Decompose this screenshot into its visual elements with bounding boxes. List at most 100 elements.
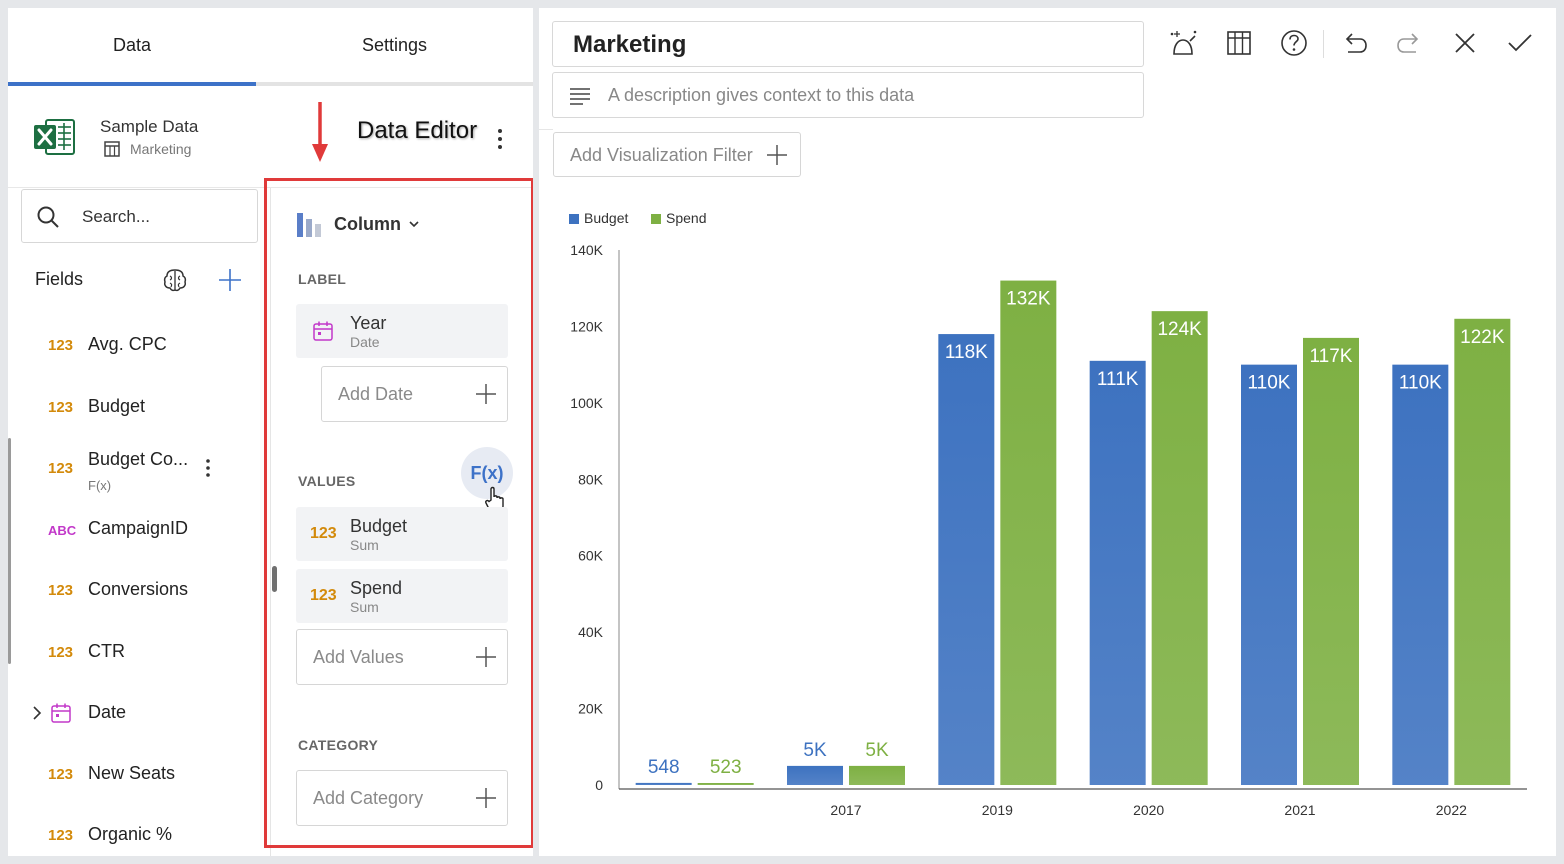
data-label: 118K [945, 342, 988, 363]
source-sheet-label: Marketing [130, 141, 192, 157]
confirm-check-icon[interactable] [1505, 28, 1535, 58]
add-date-button[interactable]: Add Date [321, 366, 508, 422]
bar-spend [1303, 337, 1359, 785]
arrow-down-icon [312, 102, 328, 162]
field-name: Budget Co... [88, 449, 189, 469]
description-placeholder: A description gives context to this data [608, 85, 915, 105]
chart-type-selector[interactable]: Column [296, 204, 436, 244]
number-type-icon: 123 [48, 460, 74, 477]
data-label: 5K [865, 740, 889, 761]
calendar-icon [313, 321, 333, 341]
bar-spend [849, 765, 905, 785]
visualization-title: Marketing [573, 31, 687, 58]
field-item-date[interactable]: Date [8, 693, 270, 733]
value-field-pill[interactable]: 123 Spend Sum [296, 569, 508, 623]
data-label: 548 [648, 757, 680, 778]
plus-icon [767, 145, 787, 165]
bar-budget [1089, 360, 1146, 785]
visualization-title-input[interactable]: Marketing [552, 21, 1144, 67]
fields-scrollbar[interactable] [8, 438, 11, 664]
field-name: CampaignID [88, 518, 189, 538]
field-item[interactable]: 123 Budget Co... F(x) [8, 448, 270, 493]
field-item[interactable]: 123 Conversions [8, 570, 270, 610]
add-visualization-filter-button[interactable]: Add Visualization Filter [553, 132, 801, 177]
label-field-sub: Date [350, 334, 380, 350]
fields-title: Fields [35, 269, 84, 289]
field-item[interactable]: ABC CampaignID [8, 509, 270, 549]
number-type-icon: 123 [48, 644, 74, 661]
field-name: Conversions [88, 579, 189, 599]
add-category-button[interactable]: Add Category [296, 770, 508, 826]
field-name: New Seats [88, 763, 176, 783]
search-placeholder: Search... [82, 207, 151, 226]
data-label: 132K [1006, 289, 1051, 310]
search-input[interactable]: Search... [21, 189, 258, 243]
data-label: 110K [1248, 373, 1291, 394]
value-field-aggregation: Sum [350, 599, 379, 615]
data-label: 523 [710, 757, 742, 778]
label-field-name: Year [350, 313, 387, 333]
legend-label-spend: Spend [666, 210, 706, 226]
more-options-icon[interactable] [490, 124, 510, 154]
data-label: 5K [803, 740, 827, 761]
chevron-down-icon [409, 221, 419, 228]
y-tick-label: 80K [578, 471, 604, 487]
field-name: CTR [88, 641, 125, 661]
help-icon[interactable] [1279, 28, 1309, 58]
field-more-icon[interactable] [200, 456, 216, 480]
field-item[interactable]: 123 Budget [8, 387, 270, 427]
data-panel: Data Settings Sample Data Marketing Data… [8, 8, 533, 856]
source-sheet: Marketing [104, 141, 191, 157]
field-name: Avg. CPC [88, 334, 167, 354]
column-chart: Budget Spend 0 20K 40K 60K 80K 100K 120K 140K 548 5… [569, 210, 1527, 818]
field-item[interactable]: 123 New Seats [8, 754, 270, 794]
field-item[interactable]: 123 Organic % [8, 815, 270, 855]
value-field-name: Spend [350, 578, 403, 598]
y-tick-label: 20K [578, 701, 604, 717]
tab-data[interactable]: Data [8, 8, 256, 82]
field-item[interactable]: 123 CTR [8, 632, 270, 672]
plus-icon [476, 788, 496, 808]
table-view-icon[interactable] [1224, 28, 1254, 58]
undo-icon[interactable] [1339, 28, 1369, 58]
panel-tabs: Data Settings [8, 8, 533, 86]
redo-icon[interactable] [1395, 28, 1425, 58]
number-type-icon: 123 [48, 766, 74, 783]
bar-budget [635, 782, 692, 785]
value-field-pill[interactable]: 123 Budget Sum [296, 507, 508, 561]
add-category-label: Add Category [313, 788, 424, 808]
y-tick-label: 40K [578, 624, 604, 640]
x-tick-label: 2020 [1133, 802, 1164, 818]
chart-type-label: Column [334, 213, 401, 234]
close-icon[interactable] [1450, 28, 1480, 58]
brain-icon[interactable] [162, 267, 188, 293]
column-chart-icon [297, 213, 321, 237]
legend-swatch-spend [651, 214, 661, 224]
tab-settings[interactable]: Settings [256, 8, 533, 82]
bar-budget [1392, 364, 1449, 785]
magic-insights-icon[interactable] [1168, 28, 1198, 58]
label-field-pill[interactable]: Year Date [296, 304, 508, 358]
add-field-icon[interactable] [218, 268, 242, 292]
field-item[interactable]: 123 Avg. CPC [8, 325, 270, 365]
divider [539, 129, 553, 130]
chevron-right-icon[interactable] [30, 705, 44, 721]
number-type-icon: 123 [48, 399, 74, 416]
description-input[interactable]: A description gives context to this data [552, 72, 1144, 118]
toolbar-separator [1323, 30, 1324, 58]
field-formula-label: F(x) [88, 478, 112, 493]
y-tick-label: 140K [570, 242, 603, 258]
data-label: 111K [1097, 369, 1139, 390]
description-icon [570, 88, 590, 105]
add-values-label: Add Values [313, 647, 404, 667]
data-label: 124K [1157, 319, 1202, 340]
add-values-button[interactable]: Add Values [296, 629, 508, 685]
number-type-icon: 123 [48, 582, 74, 599]
value-field-name: Budget [350, 516, 408, 536]
calendar-icon [51, 703, 71, 723]
number-type-icon: 123 [48, 337, 74, 354]
source-name: Sample Data [100, 117, 199, 136]
y-tick-label: 120K [570, 318, 603, 334]
y-tick-label: 60K [578, 548, 604, 564]
bar-spend [697, 783, 754, 785]
